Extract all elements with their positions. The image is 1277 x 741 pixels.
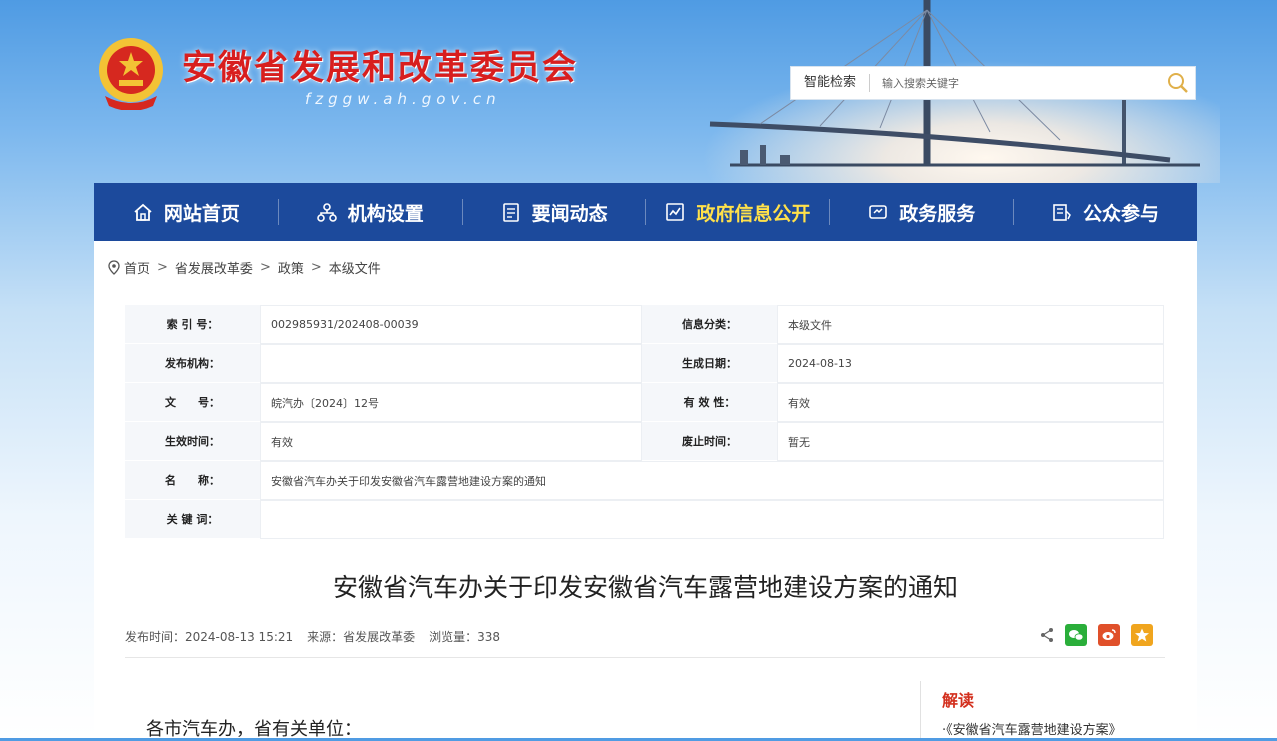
nav-item-home[interactable]: 网站首页 [94,183,278,241]
info-row: 发布机构： 生成日期： 2024-08-13 [125,344,1164,383]
search-button[interactable] [1161,67,1195,99]
breadcrumb-separator: > [259,260,271,275]
info-row: 名 称： 安徽省汽车办关于印发安徽省汽车露营地建设方案的通知 [125,461,1164,500]
share-bar [1040,624,1153,646]
main-nav: 网站首页 机构设置 要闻动态 政府信息公开 政务服务 公众参与 [94,183,1197,241]
category-label: 信息分类： [642,305,777,344]
validity-value: 有效 [777,383,1164,422]
breadcrumb-separator: > [310,260,322,275]
info-disclosure-icon [666,203,685,221]
nav-item-participation[interactable]: 公众参与 [1013,183,1197,241]
meta-divider [125,657,1165,658]
document-info-table: 索 引 号： 002985931/202408-00039 信息分类： 本级文件… [125,305,1164,539]
service-icon [869,205,888,219]
search-label[interactable]: 智能检索 [791,74,870,92]
weibo-share-button[interactable] [1098,624,1120,646]
breadcrumb-home[interactable]: 首页 [124,258,150,277]
validity-label: 有 效 性： [642,383,777,422]
name-value: 安徽省汽车办关于印发安徽省汽车露营地建设方案的通知 [260,461,1164,500]
breadcrumb-ndrc[interactable]: 省发展改革委 [175,258,253,277]
site-domain: fzggw.ah.gov.cn [305,90,501,108]
info-row: 索 引 号： 002985931/202408-00039 信息分类： 本级文件 [125,305,1164,344]
gen-date-label: 生成日期： [642,344,777,383]
gen-date-value: 2024-08-13 [777,344,1164,383]
keywords-label: 关 键 词： [125,500,260,539]
sidebar-divider [920,681,921,738]
nav-item-organization[interactable]: 机构设置 [277,183,462,241]
nav-item-label: 网站首页 [163,202,240,225]
star-icon [1135,628,1149,642]
home-icon [134,203,152,221]
nav-item-news[interactable]: 要闻动态 [461,183,646,241]
doc-no-value: 皖汽办〔2024〕12号 [260,383,642,422]
article-salutation: 各市汽车办，省有关单位： [146,719,362,740]
site-title: 安徽省发展和改革委员会 [182,48,578,88]
nav-item-label: 政府信息公开 [696,202,811,225]
effective-value: 有效 [260,422,642,461]
expiry-label: 废止时间： [642,422,777,461]
name-label: 名 称： [125,461,260,500]
nav-item-info-disclosure[interactable]: 政府信息公开 [645,183,829,241]
publish-time: 发布时间：2024-08-13 15:21 [125,630,294,644]
expiry-value: 暂无 [777,422,1164,461]
publisher-label: 发布机构： [125,344,260,383]
doc-no-label: 文 号： [125,383,260,422]
info-row: 文 号： 皖汽办〔2024〕12号 有 效 性： 有效 [125,383,1164,422]
breadcrumb-separator: > [157,260,168,275]
breadcrumb: 首页 > 省发展改革委 > 政策 > 本级文件 [108,258,381,277]
nav-item-services[interactable]: 政务服务 [829,183,1013,241]
index-no-value: 002985931/202408-00039 [260,305,642,344]
search-icon [1168,73,1188,93]
content-panel: 首页 > 省发展改革委 > 政策 > 本级文件 索 引 号： 002985931… [94,241,1197,740]
info-row: 生效时间： 有效 废止时间： 暂无 [125,422,1164,461]
share-icon[interactable] [1040,627,1054,643]
participation-icon [1053,204,1071,221]
category-value: 本级文件 [777,305,1164,344]
location-pin-icon [108,260,120,275]
nav-item-label: 政务服务 [899,202,976,225]
document-icon [502,203,519,222]
nav-item-label: 机构设置 [347,202,424,225]
interpretation-title: 解读 [942,691,975,710]
search-box: 智能检索 [790,66,1196,100]
article-title: 安徽省汽车办关于印发安徽省汽车露营地建设方案的通知 [332,573,958,602]
weibo-icon [1102,629,1116,640]
national-emblem-icon [99,38,163,110]
view-count: 浏览量：338 [429,630,501,644]
nav-item-label: 要闻动态 [531,202,608,225]
breadcrumb-local-docs[interactable]: 本级文件 [329,258,381,277]
index-no-label: 索 引 号： [125,305,260,344]
effective-label: 生效时间： [125,422,260,461]
wechat-share-button[interactable] [1065,624,1087,646]
search-input[interactable] [870,75,1161,91]
interpretation-link[interactable]: ·《安徽省汽车露营地建设方案》 [942,719,1122,738]
nav-item-label: 公众参与 [1083,202,1160,225]
keywords-value [260,500,1164,539]
wechat-icon [1069,630,1084,641]
favorite-share-button[interactable] [1131,624,1153,646]
publisher-value [260,344,642,383]
article-source: 来源：省发展改革委 [307,630,416,644]
info-row: 关 键 词： [125,500,1164,539]
article-meta: 发布时间：2024-08-13 15:21 来源：省发展改革委 浏览量：338 [125,628,500,645]
breadcrumb-policy[interactable]: 政策 [278,258,304,277]
org-chart-icon [316,203,337,222]
site-header: 安徽省发展和改革委员会 fzggw.ah.gov.cn 智能检索 [0,0,1277,183]
